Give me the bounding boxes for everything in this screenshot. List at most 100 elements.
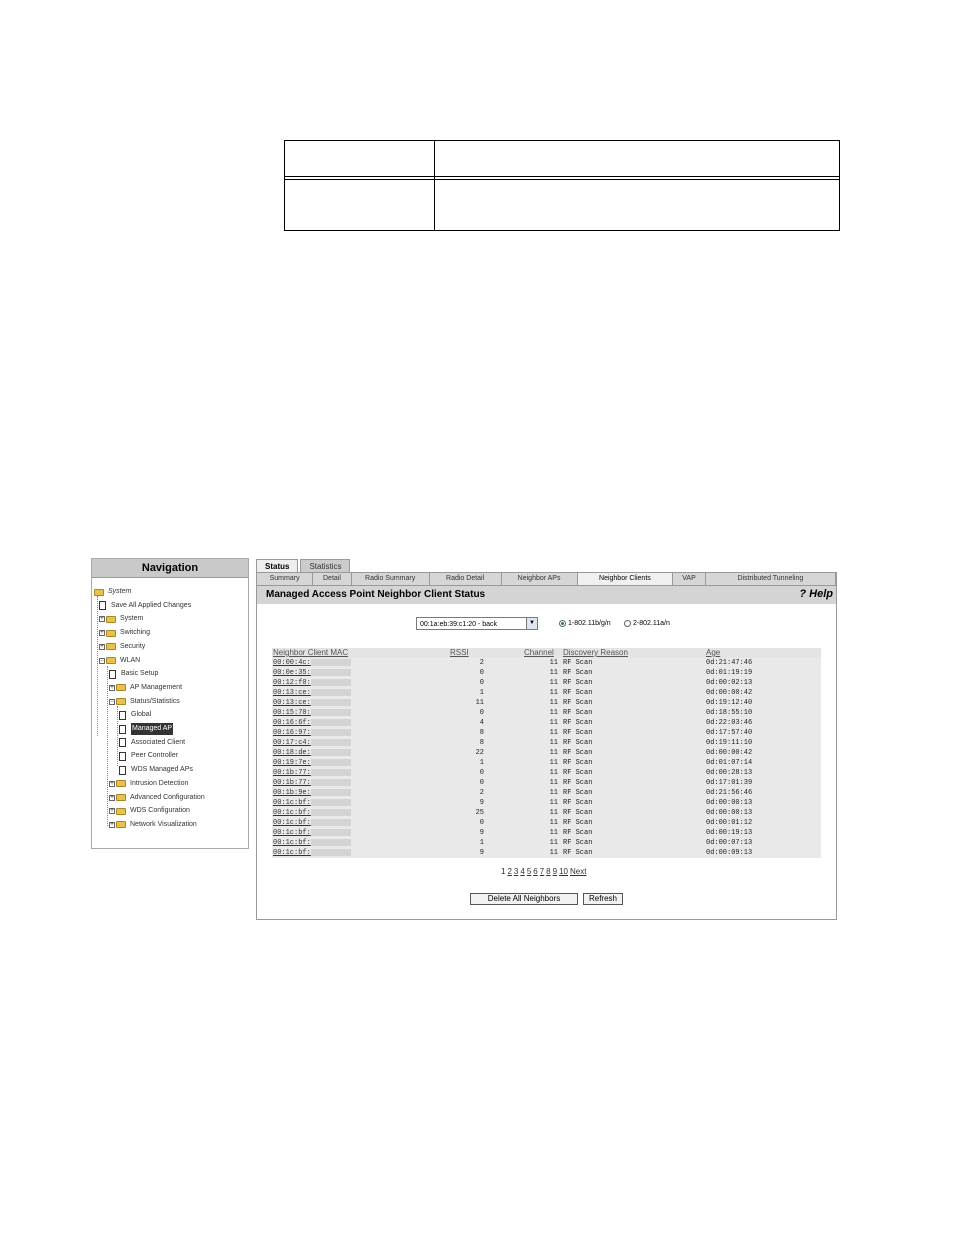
neighbor-mac-link[interactable]: 00:13:ce:	[273, 688, 351, 698]
page-link[interactable]: 8	[546, 867, 550, 876]
nav-item[interactable]: + Switching	[99, 627, 150, 639]
radio-unselected-icon[interactable]	[624, 620, 631, 627]
page-link[interactable]: 4	[520, 867, 524, 876]
neighbor-mac-link[interactable]: 00:1c:bf:	[273, 848, 351, 858]
tab-detail[interactable]: Detail	[313, 573, 352, 585]
cell-channel: 11	[549, 829, 558, 837]
nav-item[interactable]: + AP Management	[109, 682, 182, 694]
expand-icon[interactable]: +	[99, 616, 105, 623]
neighbor-mac-link[interactable]: 00:15:70:	[273, 708, 351, 718]
page-link[interactable]: 10	[559, 867, 568, 876]
col-header-reason[interactable]: Discovery Reason	[563, 648, 628, 658]
nav-item[interactable]: System	[94, 586, 131, 598]
nav-item[interactable]: Global	[119, 709, 151, 721]
help-link[interactable]: ? Help	[799, 588, 833, 600]
expand-icon[interactable]: +	[99, 643, 105, 650]
ap-select-value: 00:1a:eb:39:c1:20 - back	[420, 621, 498, 628]
nav-item[interactable]: + Intrusion Detection	[109, 778, 188, 790]
page-link[interactable]: 5	[527, 867, 531, 876]
nav-item[interactable]: + Security	[99, 641, 145, 653]
page-link[interactable]: 9	[553, 867, 557, 876]
redacted-mac-suffix	[310, 658, 351, 666]
tab-neighbor-aps[interactable]: Neighbor APs	[501, 573, 578, 585]
neighbor-mac-link[interactable]: 00:1c:bf:	[273, 828, 351, 838]
tab-radio-detail[interactable]: Radio Detail	[429, 573, 502, 585]
radio-option-2[interactable]: 2-802.11a/n	[624, 619, 670, 628]
tab-statistics[interactable]: Statistics	[300, 559, 351, 572]
nav-item[interactable]: Managed AP	[119, 723, 174, 735]
nav-item[interactable]: + System	[99, 613, 143, 625]
col-header-channel[interactable]: Channel	[524, 648, 554, 658]
col-header-mac[interactable]: Neighbor Client MAC	[273, 648, 348, 658]
expand-icon[interactable]: +	[99, 630, 105, 637]
nav-item-label: Global	[131, 711, 152, 719]
tab-radio-summary[interactable]: Radio Summary	[351, 573, 430, 585]
table-row: 00:0e:35: 0 11 RF Scan 0d:01:19:19	[272, 668, 821, 678]
nav-item[interactable]: + Network Visualization	[109, 819, 197, 831]
expand-icon[interactable]: +	[109, 684, 115, 691]
neighbor-mac-link[interactable]: 00:1c:bf:	[273, 838, 351, 848]
expand-icon[interactable]: +	[109, 808, 115, 815]
nav-item[interactable]: − Status/Statistics	[109, 696, 180, 708]
neighbor-mac-link[interactable]: 00:1b:9e:	[273, 788, 351, 798]
page-link[interactable]: 2	[507, 867, 511, 876]
cell-rssi: 2	[479, 659, 484, 667]
neighbor-mac-link[interactable]: 00:1c:bf:	[273, 808, 351, 818]
neighbor-mac-link[interactable]: 00:13:ce:	[273, 698, 351, 708]
chevron-down-icon[interactable]: ▼	[526, 618, 537, 629]
neighbor-mac-link[interactable]: 00:0e:35:	[273, 668, 351, 678]
col-header-age[interactable]: Age	[706, 648, 720, 658]
nav-item[interactable]: Basic Setup	[109, 668, 158, 680]
redacted-mac-suffix	[310, 778, 351, 786]
page-link[interactable]: 7	[540, 867, 544, 876]
neighbor-mac-link[interactable]: 00:19:7e:	[273, 758, 351, 768]
neighbor-mac-link[interactable]: 00:16:6f:	[273, 718, 351, 728]
tab-neighbor-clients[interactable]: Neighbor Clients	[577, 573, 674, 585]
neighbor-mac-link[interactable]: 00:12:f0:	[273, 678, 351, 688]
expand-icon[interactable]: +	[109, 794, 115, 801]
nav-item[interactable]: Peer Controller	[119, 750, 178, 762]
neighbor-mac-link[interactable]: 00:1b:77:	[273, 778, 351, 788]
expand-icon[interactable]: +	[109, 780, 115, 787]
next-page-link[interactable]: Next	[570, 867, 586, 876]
neighbor-mac-link[interactable]: 00:00:4c:	[273, 658, 351, 668]
table-row: 00:1b:77: 0 11 RF Scan 0d:17:01:39	[272, 778, 821, 788]
tab-summary[interactable]: Summary	[257, 573, 314, 585]
neighbor-mac-link[interactable]: 00:1c:bf:	[273, 818, 351, 828]
cell-age: 0d:00:28:13	[706, 769, 753, 777]
neighbor-mac-link[interactable]: 00:1b:77:	[273, 768, 351, 778]
table-column-divider	[434, 141, 435, 230]
page-link[interactable]: 6	[533, 867, 537, 876]
radio-selected-icon[interactable]	[559, 620, 566, 627]
redacted-mac-suffix	[310, 738, 351, 746]
page-link[interactable]: 3	[514, 867, 518, 876]
neighbor-mac-link[interactable]: 00:17:c4:	[273, 738, 351, 748]
table-row: 00:16:97: 8 11 RF Scan 0d:17:57:40	[272, 728, 821, 738]
nav-item[interactable]: Associated Client	[119, 737, 185, 749]
col-header-rssi[interactable]: RSSI	[450, 648, 469, 658]
collapse-icon[interactable]: −	[109, 698, 115, 705]
refresh-button[interactable]: Refresh	[583, 893, 623, 905]
neighbor-mac-link[interactable]: 00:16:97:	[273, 728, 351, 738]
neighbor-mac-link[interactable]: 00:18:de:	[273, 748, 351, 758]
nav-item[interactable]: + Advanced Configuration	[109, 792, 205, 804]
tab-distributed-tunneling[interactable]: Distributed Tunneling	[705, 573, 836, 585]
nav-item[interactable]: Save All Applied Changes	[99, 600, 191, 612]
ap-select[interactable]: 00:1a:eb:39:c1:20 - back ▼	[416, 617, 538, 630]
nav-item[interactable]: WDS Managed APs	[119, 764, 193, 776]
neighbor-mac-link[interactable]: 00:1c:bf:	[273, 798, 351, 808]
redacted-mac-suffix	[310, 678, 351, 686]
tab-vap[interactable]: VAP	[673, 573, 706, 585]
collapse-icon[interactable]: −	[99, 657, 105, 664]
page-link[interactable]: 1	[501, 867, 505, 876]
nav-item[interactable]: + WDS Configuration	[109, 805, 190, 817]
folder-icon	[116, 780, 126, 788]
expand-icon[interactable]: +	[109, 821, 115, 828]
cell-rssi: 0	[479, 819, 484, 827]
cell-channel: 11	[549, 769, 558, 777]
cell-rssi: 4	[479, 719, 484, 727]
delete-all-neighbors-button[interactable]: Delete All Neighbors	[470, 893, 578, 905]
tab-status[interactable]: Status	[256, 559, 299, 572]
radio-option-1[interactable]: 1-802.11b/g/n	[559, 619, 611, 628]
nav-item[interactable]: − WLAN	[99, 655, 140, 667]
